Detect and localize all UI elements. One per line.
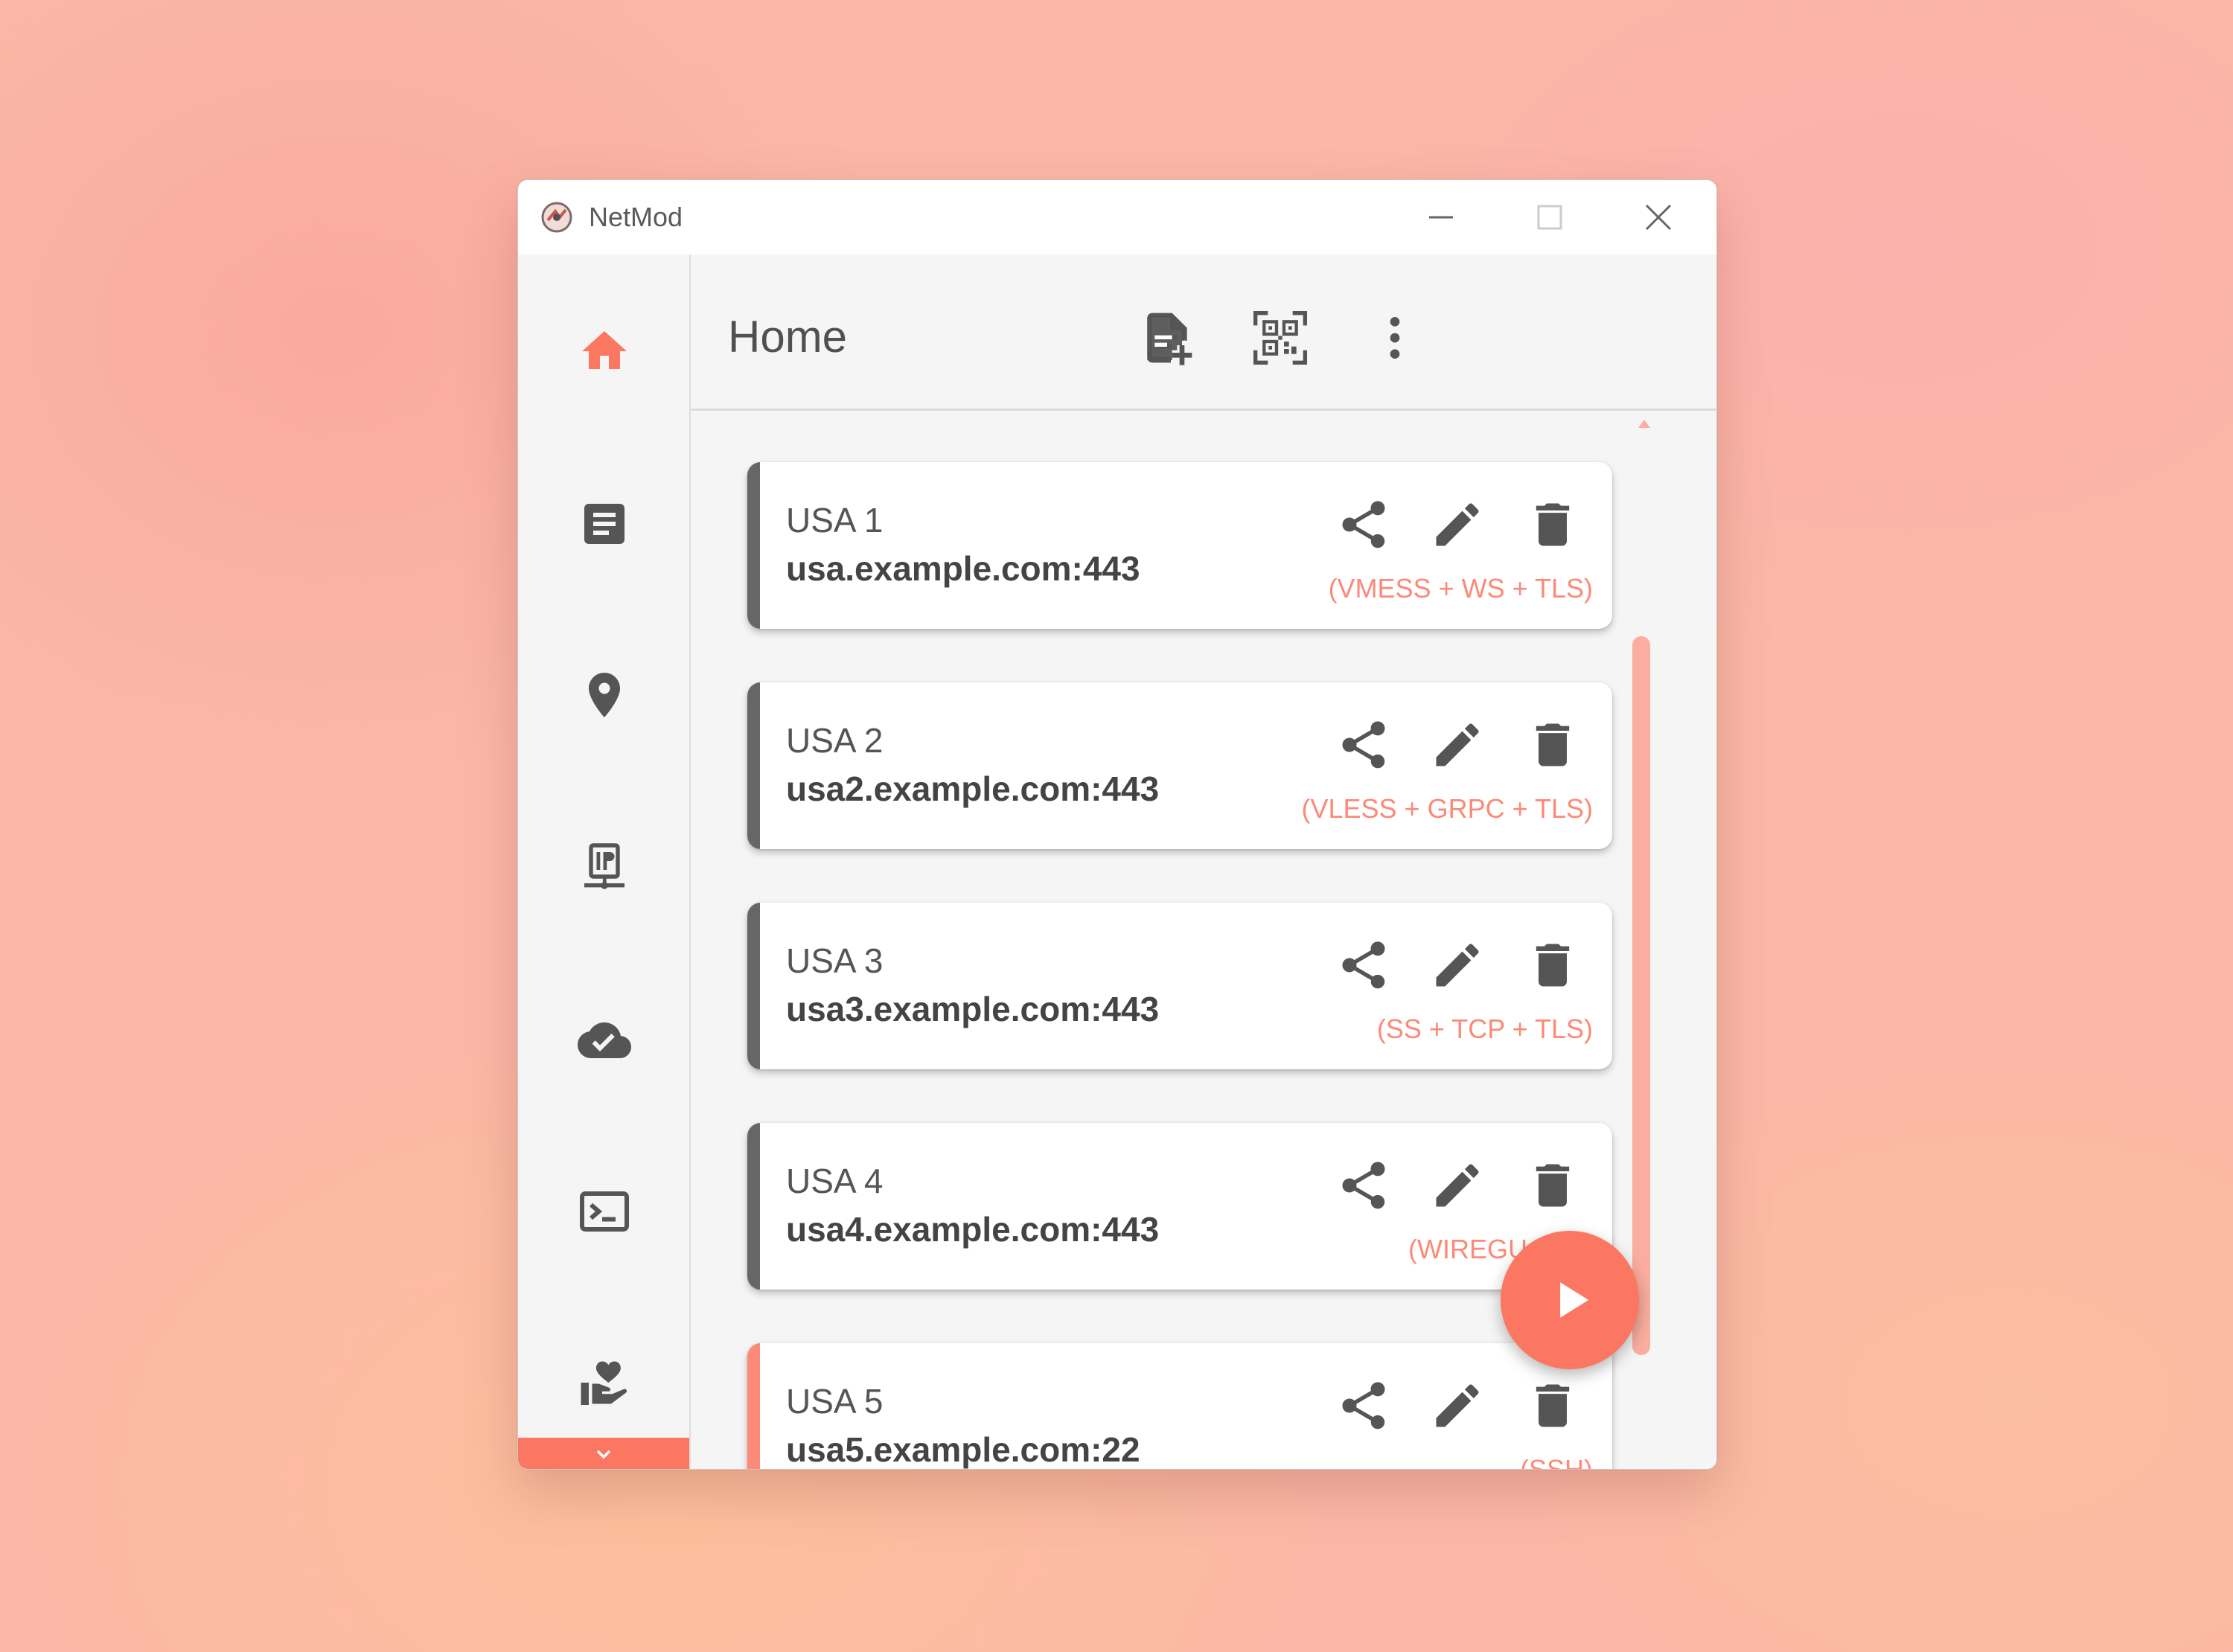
server-host: usa3.example.com:443 bbox=[786, 990, 1160, 1028]
minimize-icon bbox=[1429, 216, 1453, 219]
server-card[interactable]: USA 3 usa3.example.com:443 (SS + TCP + T… bbox=[747, 903, 1612, 1069]
scan-qr-button[interactable] bbox=[1243, 301, 1317, 375]
protocol-label: (VMESS + WS + TLS) bbox=[1328, 573, 1593, 604]
card-status-bar bbox=[747, 682, 760, 849]
share-icon bbox=[1342, 721, 1385, 769]
server-name: USA 3 bbox=[786, 941, 884, 980]
protocol-label: (SSH) bbox=[1520, 1454, 1593, 1470]
app-window: NetMod Home USA 1 usa.example.com:443 (V… bbox=[517, 179, 1717, 1470]
delete-button[interactable] bbox=[1517, 929, 1588, 1001]
server-card[interactable]: USA 4 usa4.example.com:443 (WIREGUARD) bbox=[747, 1123, 1612, 1290]
window-title: NetMod bbox=[589, 202, 683, 232]
more-options-button[interactable] bbox=[1358, 301, 1432, 375]
trash-icon bbox=[1536, 1384, 1570, 1427]
trash-icon bbox=[1536, 503, 1570, 546]
server-host: usa5.example.com:22 bbox=[786, 1430, 1140, 1469]
edit-button[interactable] bbox=[1422, 1370, 1493, 1441]
protocol-label: (VLESS + GRPC + TLS) bbox=[1301, 793, 1593, 824]
qr-scan-icon bbox=[1253, 311, 1307, 365]
card-status-bar bbox=[747, 462, 760, 629]
card-status-bar bbox=[747, 903, 760, 1069]
sidebar-item-logs[interactable] bbox=[560, 479, 649, 569]
hand-heart-icon bbox=[581, 1361, 627, 1405]
share-icon bbox=[1342, 1382, 1385, 1430]
pencil-icon bbox=[1436, 723, 1479, 766]
share-button[interactable] bbox=[1328, 489, 1399, 560]
protocol-label: (SS + TCP + TLS) bbox=[1376, 1014, 1593, 1044]
scroll-up-arrow[interactable] bbox=[1633, 413, 1655, 435]
pencil-icon bbox=[1436, 1164, 1479, 1207]
more-vertical-icon bbox=[1390, 317, 1400, 359]
edit-button[interactable] bbox=[1422, 489, 1493, 560]
maximize-button bbox=[1505, 180, 1594, 254]
edit-button[interactable] bbox=[1422, 709, 1493, 781]
sidebar-item-home[interactable] bbox=[560, 307, 649, 396]
sidebar-item-location[interactable] bbox=[560, 650, 649, 740]
pencil-icon bbox=[1436, 1384, 1479, 1427]
chevron-down-icon bbox=[596, 1450, 611, 1459]
edit-button[interactable] bbox=[1422, 929, 1493, 1001]
server-name: USA 1 bbox=[786, 501, 884, 540]
server-host: usa.example.com:443 bbox=[786, 549, 1140, 588]
share-button[interactable] bbox=[1328, 1370, 1399, 1441]
location-pin-icon bbox=[589, 673, 620, 717]
file-add-icon bbox=[1147, 313, 1192, 365]
sidebar-item-terminal[interactable] bbox=[560, 1167, 649, 1256]
triangle-up-icon bbox=[1638, 420, 1650, 428]
trash-icon bbox=[1536, 944, 1570, 987]
document-icon bbox=[584, 504, 624, 544]
sidebar-expand-button[interactable] bbox=[518, 1438, 689, 1469]
connect-button[interactable] bbox=[1501, 1231, 1639, 1369]
pencil-icon bbox=[1436, 503, 1479, 546]
close-icon bbox=[1645, 204, 1672, 231]
share-icon bbox=[1342, 941, 1385, 989]
share-button[interactable] bbox=[1328, 1150, 1399, 1221]
server-name: USA 4 bbox=[786, 1162, 884, 1200]
cloud-check-icon bbox=[578, 1022, 631, 1058]
trash-icon bbox=[1536, 723, 1570, 766]
share-icon bbox=[1342, 501, 1385, 548]
ip-network-icon bbox=[584, 843, 624, 889]
delete-button[interactable] bbox=[1517, 1370, 1588, 1441]
server-name: USA 5 bbox=[786, 1382, 884, 1421]
pencil-icon bbox=[1436, 944, 1479, 987]
share-button[interactable] bbox=[1328, 929, 1399, 1001]
close-button[interactable] bbox=[1614, 180, 1703, 254]
delete-button[interactable] bbox=[1517, 709, 1588, 781]
card-status-bar bbox=[747, 1343, 760, 1469]
delete-button[interactable] bbox=[1517, 1150, 1588, 1221]
server-host: usa4.example.com:443 bbox=[786, 1210, 1160, 1249]
terminal-icon bbox=[580, 1191, 629, 1232]
share-button[interactable] bbox=[1328, 709, 1399, 781]
server-card[interactable]: USA 1 usa.example.com:443 (VMESS + WS + … bbox=[747, 462, 1612, 629]
server-card-selected[interactable]: USA 5 usa5.example.com:22 (SSH) bbox=[747, 1343, 1612, 1470]
page-header: Home bbox=[691, 254, 1716, 411]
title-bar: NetMod bbox=[518, 180, 1716, 254]
app-logo-icon bbox=[540, 201, 573, 234]
maximize-icon bbox=[1537, 205, 1562, 230]
card-status-bar bbox=[747, 1123, 760, 1290]
trash-icon bbox=[1536, 1164, 1570, 1207]
delete-button[interactable] bbox=[1517, 489, 1588, 560]
share-icon bbox=[1342, 1162, 1385, 1209]
sidebar bbox=[518, 254, 691, 1469]
scrollbar-thumb[interactable] bbox=[1632, 636, 1650, 1355]
server-name: USA 2 bbox=[786, 721, 884, 760]
home-icon bbox=[582, 331, 627, 369]
server-host: usa2.example.com:443 bbox=[786, 769, 1160, 808]
add-config-button[interactable] bbox=[1130, 301, 1204, 375]
edit-button[interactable] bbox=[1422, 1150, 1493, 1221]
sidebar-item-ip[interactable] bbox=[560, 823, 649, 912]
server-card[interactable]: USA 2 usa2.example.com:443 (VLESS + GRPC… bbox=[747, 682, 1612, 849]
minimize-button[interactable] bbox=[1396, 180, 1486, 254]
sidebar-item-donate[interactable] bbox=[560, 1338, 649, 1427]
sidebar-item-cloud[interactable] bbox=[560, 996, 649, 1085]
page-title: Home bbox=[728, 312, 848, 362]
play-icon bbox=[1560, 1282, 1589, 1318]
